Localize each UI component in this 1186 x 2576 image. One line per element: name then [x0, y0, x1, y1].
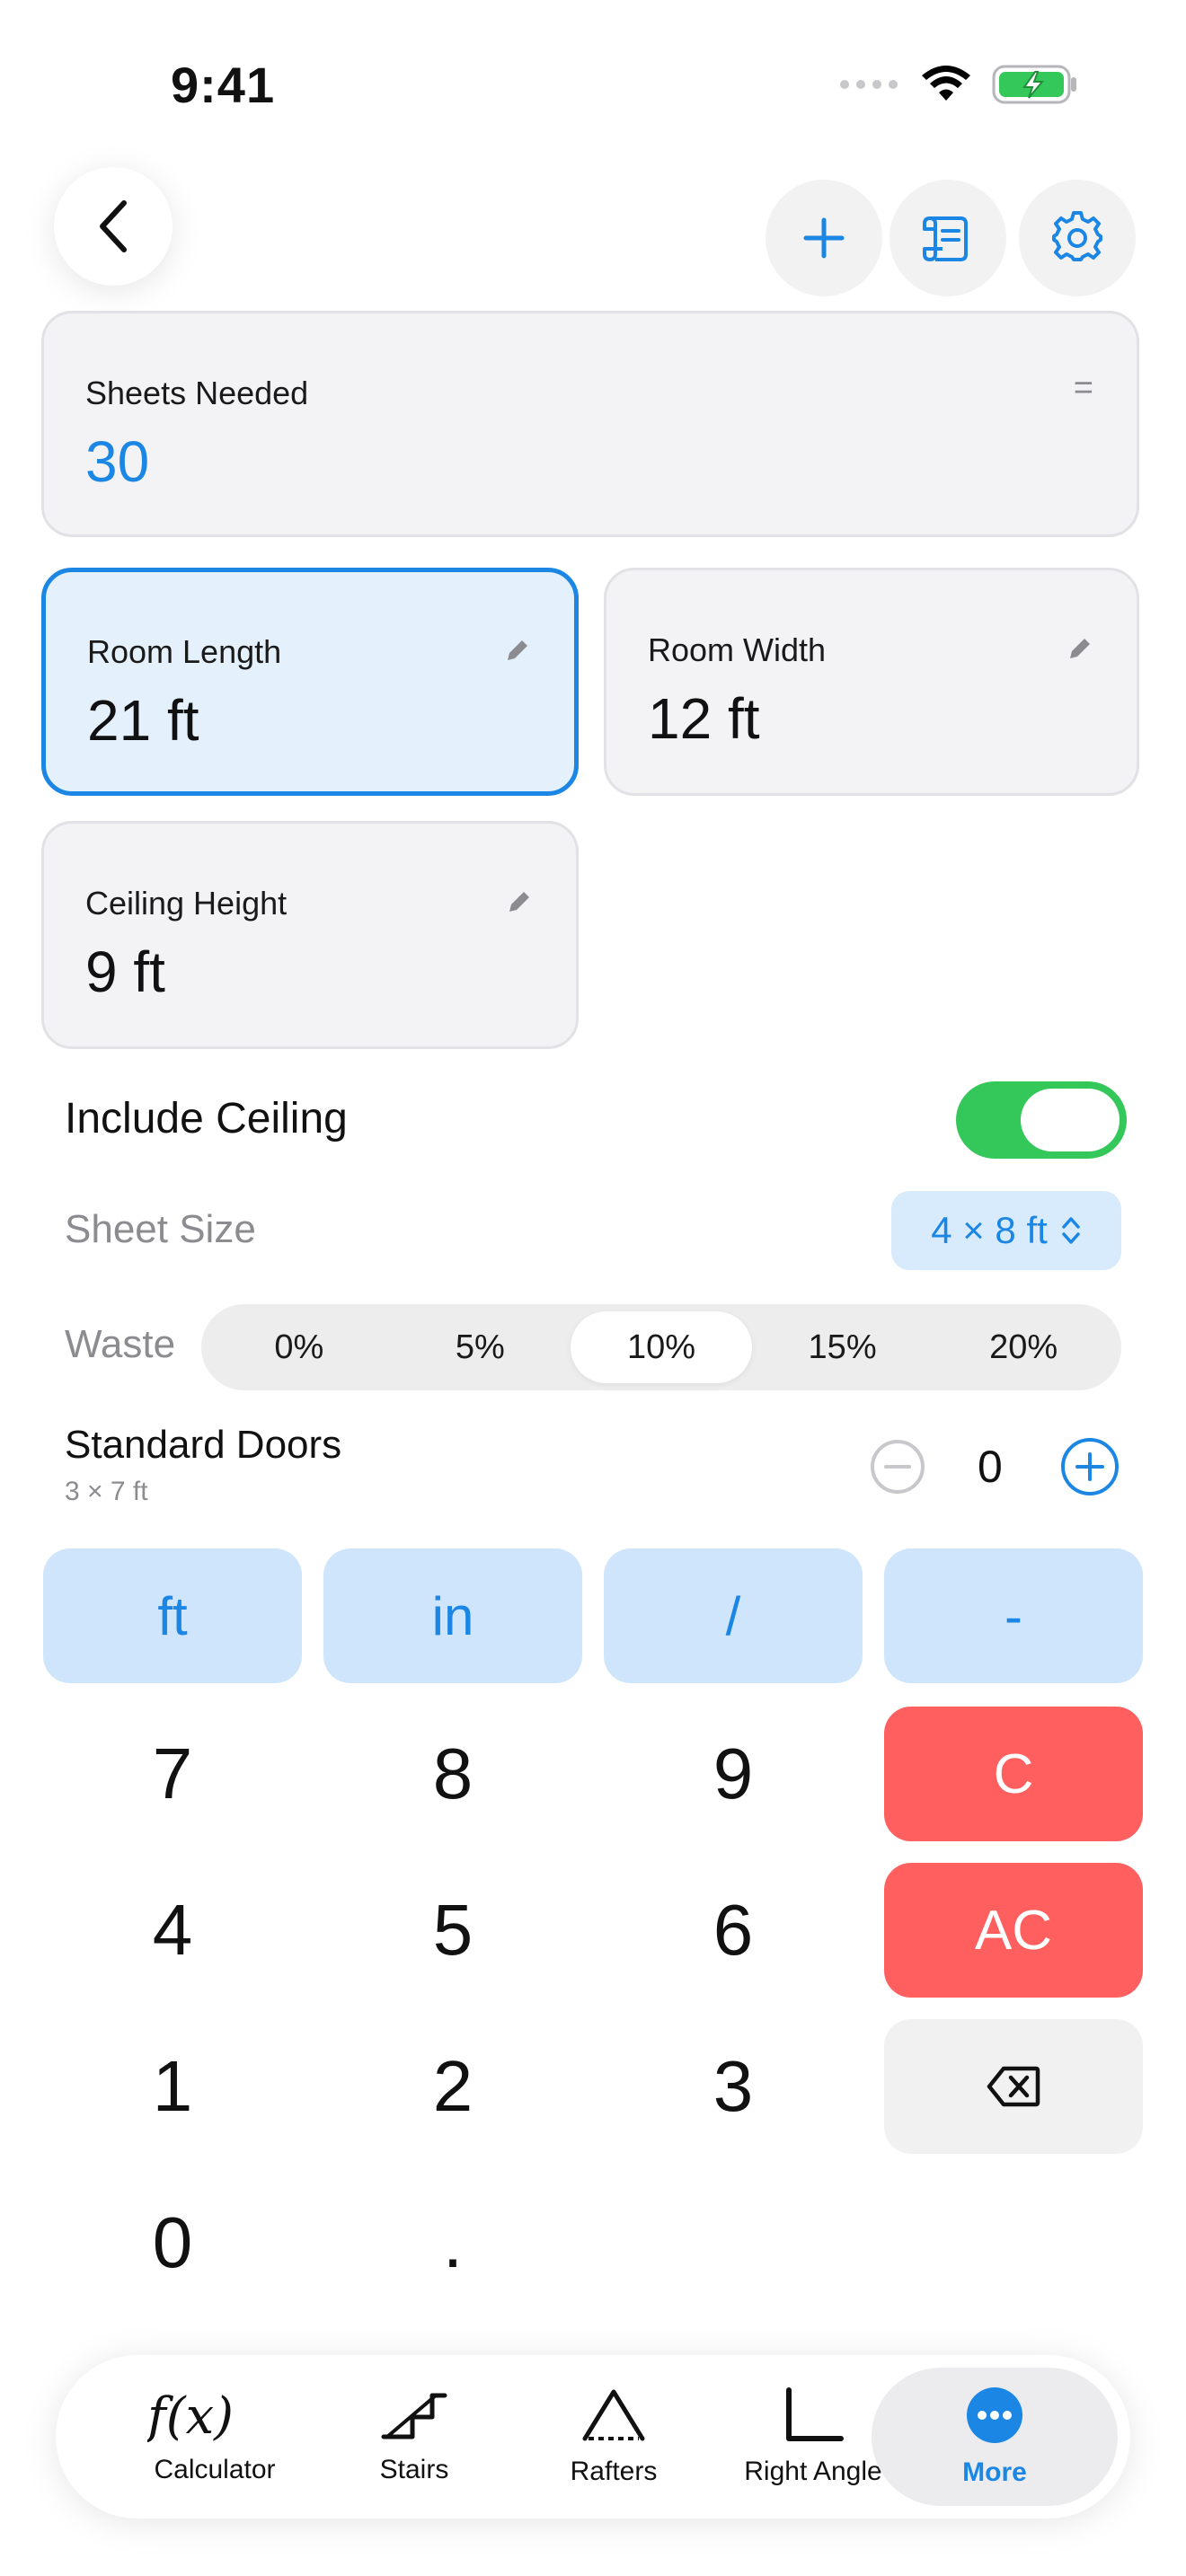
equals-icon: = — [1073, 369, 1093, 407]
cellular-signal-icon — [840, 80, 898, 89]
minus-circle-icon[interactable] — [870, 1439, 925, 1495]
key-7[interactable]: 7 — [43, 1707, 302, 1841]
ceiling-height-card[interactable]: Ceiling Height 9 ft — [41, 821, 579, 1049]
key-4[interactable]: 4 — [43, 1863, 302, 1998]
sheets-needed-label: Sheets Needed — [85, 375, 309, 411]
rafters-icon — [582, 2389, 645, 2441]
sheet-size-picker[interactable]: 4 × 8 ft — [891, 1191, 1121, 1270]
tab-right-angle-label: Right Angle — [744, 2457, 882, 2486]
waste-label: Waste — [65, 1322, 176, 1366]
key-decimal[interactable]: . — [323, 2175, 582, 2310]
sheets-needed-value: 30 — [85, 429, 150, 494]
pencil-icon — [509, 892, 529, 912]
plus-icon — [803, 217, 845, 259]
status-icons — [839, 63, 1078, 106]
room-length-label: Room Length — [87, 633, 282, 670]
status-time: 9:41 — [171, 57, 276, 113]
sheets-needed-card: Sheets Needed 30 = — [41, 311, 1139, 537]
pencil-icon — [1070, 639, 1090, 658]
gear-icon — [1052, 211, 1102, 261]
key-1[interactable]: 1 — [43, 2019, 302, 2154]
include-ceiling-label: Include Ceiling — [65, 1095, 348, 1142]
svg-text:ƒ(x): ƒ(x) — [147, 2388, 234, 2442]
key-5[interactable]: 5 — [323, 1863, 582, 1998]
sheet-size-value: 4 × 8 ft — [931, 1209, 1048, 1251]
sheet-size-label: Sheet Size — [65, 1207, 256, 1251]
tab-bar: ƒ(x) Calculator Stairs Rafters Right Ang… — [56, 2355, 1130, 2519]
door-count: 0 — [978, 1442, 1003, 1492]
key-dash[interactable]: - — [884, 1548, 1143, 1683]
room-width-label: Room Width — [648, 631, 827, 668]
ceiling-height-value: 9 ft — [85, 940, 165, 1004]
room-width-value: 12 ft — [648, 686, 760, 751]
tab-more[interactable]: More — [872, 2368, 1118, 2506]
plus-circle-icon[interactable] — [1060, 1437, 1120, 1496]
key-clear[interactable]: C — [884, 1707, 1143, 1841]
waste-option[interactable]: 0% — [208, 1311, 390, 1383]
waste-option[interactable]: 5% — [390, 1311, 571, 1383]
key-6[interactable]: 6 — [604, 1863, 863, 1998]
pencil-icon — [508, 640, 527, 660]
back-button[interactable] — [54, 167, 173, 286]
tab-rafters-label: Rafters — [570, 2457, 658, 2486]
history-button[interactable] — [890, 180, 1006, 296]
toggle-knob — [1021, 1089, 1120, 1151]
key-slash[interactable]: / — [604, 1548, 863, 1683]
tab-calculator-label: Calculator — [154, 2455, 276, 2484]
tab-rafters[interactable]: Rafters — [510, 2355, 717, 2519]
more-icon — [967, 2387, 1022, 2443]
standard-doors-size: 3 × 7 ft — [65, 1477, 148, 1506]
stairs-icon — [381, 2393, 447, 2439]
backspace-icon — [987, 2066, 1040, 2107]
key-8[interactable]: 8 — [323, 1707, 582, 1841]
waste-option[interactable]: 15% — [752, 1311, 934, 1383]
key-in[interactable]: in — [323, 1548, 582, 1683]
key-backspace[interactable] — [884, 2019, 1143, 2154]
waste-option-selected[interactable]: 10% — [571, 1311, 752, 1383]
right-angle-icon — [786, 2387, 844, 2441]
add-button[interactable] — [766, 180, 882, 296]
battery-charging-icon — [992, 65, 1076, 104]
chevron-up-down-icon — [1062, 1217, 1080, 1244]
tab-calculator[interactable]: ƒ(x) Calculator — [111, 2355, 318, 2519]
key-2[interactable]: 2 — [323, 2019, 582, 2154]
function-icon: ƒ(x) — [147, 2388, 234, 2442]
key-9[interactable]: 9 — [604, 1707, 863, 1841]
settings-button[interactable] — [1019, 180, 1136, 296]
room-length-value: 21 ft — [87, 688, 199, 753]
room-length-card[interactable]: Room Length 21 ft — [41, 568, 579, 796]
include-ceiling-toggle[interactable] — [956, 1081, 1127, 1159]
standard-doors-label: Standard Doors — [65, 1423, 342, 1467]
wifi-icon — [922, 66, 970, 101]
room-width-card[interactable]: Room Width 12 ft — [604, 568, 1139, 796]
key-0[interactable]: 0 — [43, 2175, 302, 2310]
key-all-clear[interactable]: AC — [884, 1863, 1143, 1998]
tab-more-label: More — [962, 2457, 1027, 2487]
chevron-left-icon — [100, 200, 127, 252]
scroll-icon — [923, 216, 968, 261]
tab-stairs-label: Stairs — [379, 2455, 449, 2484]
key-ft[interactable]: ft — [43, 1548, 302, 1683]
tab-stairs[interactable]: Stairs — [311, 2355, 518, 2519]
ceiling-height-label: Ceiling Height — [85, 885, 288, 922]
waste-segmented-control: 0% 5% 10% 15% 20% — [201, 1304, 1121, 1390]
key-3[interactable]: 3 — [604, 2019, 863, 2154]
waste-option[interactable]: 20% — [933, 1311, 1114, 1383]
